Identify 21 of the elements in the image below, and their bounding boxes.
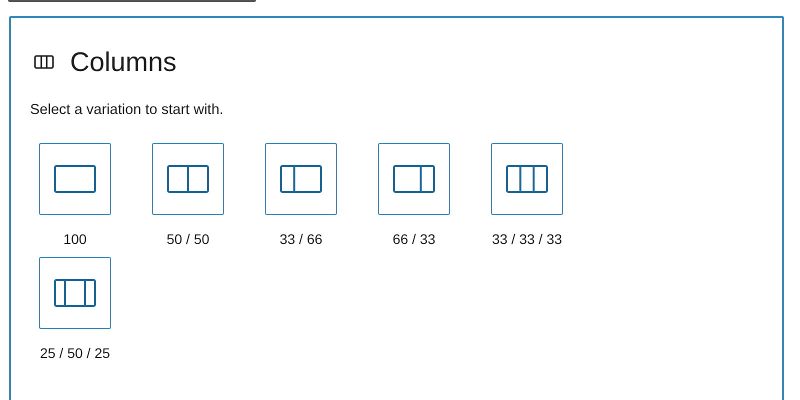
variation-button[interactable] (491, 142, 563, 215)
column-layout-icon (280, 164, 322, 193)
column-layout-icon (506, 164, 548, 193)
block-title: Columns (70, 46, 177, 79)
column-layout-icon (393, 164, 435, 193)
variation-label: 33 / 66 (280, 230, 322, 249)
column-layout-icon (167, 164, 209, 193)
column-layout-icon (54, 278, 96, 307)
variation-label: 100 (63, 230, 87, 249)
variation-button[interactable] (265, 142, 337, 215)
instructions-text: Select a variation to start with. (30, 101, 224, 120)
variation-button[interactable] (39, 142, 111, 215)
variation-button[interactable] (378, 142, 450, 215)
column-layout-icon (54, 164, 96, 193)
variation-label: 33 / 33 / 33 (492, 230, 562, 249)
variation-label: 50 / 50 (166, 230, 210, 249)
variation-button[interactable] (152, 142, 224, 215)
variation-label: 25 / 50 / 25 (40, 344, 110, 363)
columns-icon (34, 55, 54, 69)
variation-label: 66 / 33 (392, 230, 436, 249)
variation-button[interactable] (39, 256, 111, 329)
